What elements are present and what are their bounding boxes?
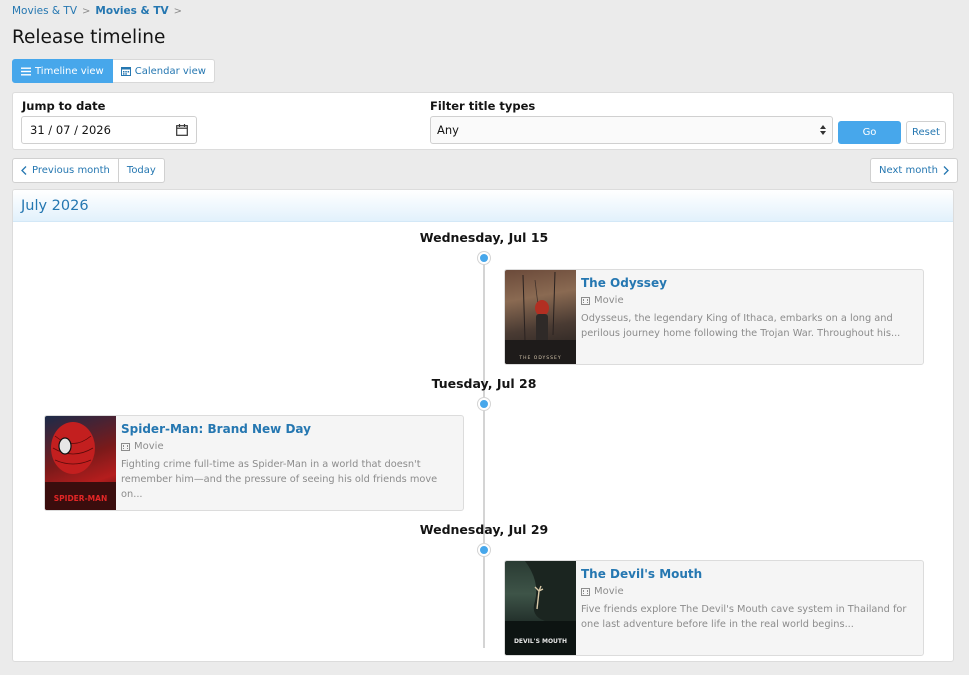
breadcrumb-separator: > <box>82 5 91 17</box>
card-title-odyssey[interactable]: The Odyssey <box>581 276 913 290</box>
previous-month-label: Previous month <box>32 165 110 176</box>
next-month-button[interactable]: Next month <box>870 158 958 183</box>
film-icon <box>581 587 590 596</box>
card-description-spider-man: Fighting crime full-time as Spider-Man i… <box>121 459 438 500</box>
poster-image-devils-mouth[interactable]: DEVIL'S MOUTH <box>505 561 576 655</box>
today-button[interactable]: Today <box>118 158 165 183</box>
page-title: Release timeline <box>12 27 166 48</box>
go-button[interactable]: Go <box>838 121 901 144</box>
timeline-date-heading: Wednesday, Jul 15 <box>419 230 549 245</box>
poster-caption-devils-mouth: DEVIL'S MOUTH <box>513 638 568 645</box>
timeline-line <box>483 258 485 648</box>
jump-to-date-label: Jump to date <box>22 99 106 113</box>
filter-title-types-label: Filter title types <box>430 99 536 113</box>
card-type-spider-man: Movie <box>121 441 453 452</box>
view-tabs: Timeline view Calendar view <box>12 59 215 83</box>
poster-caption-spider-man: SPIDER-MAN <box>53 494 108 503</box>
poster-image-spider-man[interactable]: SPIDER-MAN <box>45 416 116 510</box>
chevron-right-icon <box>943 166 949 175</box>
title-type-select[interactable]: Any <box>430 116 833 144</box>
card-title-devils-mouth[interactable]: The Devil's Mouth <box>581 567 913 581</box>
card-type-devils-mouth: Movie <box>581 586 913 597</box>
card-type-label-odyssey: Movie <box>594 295 624 306</box>
card-description-odyssey: Odysseus, the legendary King of Ithaca, … <box>581 313 901 339</box>
month-nav-left: Previous month Today <box>12 158 165 183</box>
poster-image-odyssey[interactable]: THE ODYSSEY <box>505 270 576 364</box>
timeline-view-label: Timeline view <box>35 65 104 77</box>
list-icon <box>21 67 31 75</box>
calendar-icon <box>120 67 131 76</box>
select-arrows-icon <box>820 125 826 135</box>
chevron-left-icon <box>21 166 27 175</box>
month-header: July 2026 <box>13 190 953 222</box>
timeline-card-odyssey[interactable]: THE ODYSSEY The Odyssey Movie Odysseus, … <box>504 269 924 365</box>
timeline-card-spider-man[interactable]: SPIDER-MAN Spider-Man: Brand New Day Mov… <box>44 415 464 511</box>
calendar-picker-icon[interactable] <box>176 124 188 136</box>
card-type-label-spider-man: Movie <box>134 441 164 452</box>
timeline-view-button[interactable]: Timeline view <box>12 59 113 83</box>
timeline-block: July 2026 Wednesday, Jul 15 THE ODYSSEY … <box>12 189 954 662</box>
card-description-devils-mouth: Five friends explore The Devil's Mouth c… <box>581 604 907 630</box>
timeline-dot <box>478 544 490 556</box>
card-type-odyssey: Movie <box>581 295 913 306</box>
filter-block: Jump to date 31 / 07 / 2026 Filter title… <box>12 92 954 150</box>
breadcrumb-link-movies-tv-current[interactable]: Movies & TV <box>95 5 168 17</box>
reset-button[interactable]: Reset <box>906 121 946 144</box>
date-input[interactable]: 31 / 07 / 2026 <box>21 116 197 144</box>
breadcrumb-separator: > <box>173 5 183 17</box>
date-input-value: 31 / 07 / 2026 <box>30 123 111 137</box>
previous-month-button[interactable]: Previous month <box>12 158 119 183</box>
timeline-card-devils-mouth[interactable]: DEVIL'S MOUTH The Devil's Mouth Movie Fi… <box>504 560 924 656</box>
next-month-label: Next month <box>879 165 938 176</box>
poster-caption-odyssey: THE ODYSSEY <box>519 356 562 361</box>
film-icon <box>121 442 130 451</box>
month-nav-right: Next month <box>870 158 958 183</box>
title-type-select-value: Any <box>437 123 459 137</box>
calendar-view-button[interactable]: Calendar view <box>112 59 215 83</box>
timeline-dot <box>478 252 490 264</box>
calendar-view-label: Calendar view <box>134 65 206 77</box>
timeline-dot <box>478 398 490 410</box>
timeline-date-heading: Wednesday, Jul 29 <box>419 522 549 537</box>
timeline-date-heading: Tuesday, Jul 28 <box>431 376 537 391</box>
breadcrumb-link-movies-tv[interactable]: Movies & TV <box>12 5 77 17</box>
card-title-spider-man[interactable]: Spider-Man: Brand New Day <box>121 422 453 436</box>
film-icon <box>581 296 590 305</box>
breadcrumb: Movies & TV > Movies & TV > <box>12 5 182 17</box>
card-type-label-devils-mouth: Movie <box>594 586 624 597</box>
